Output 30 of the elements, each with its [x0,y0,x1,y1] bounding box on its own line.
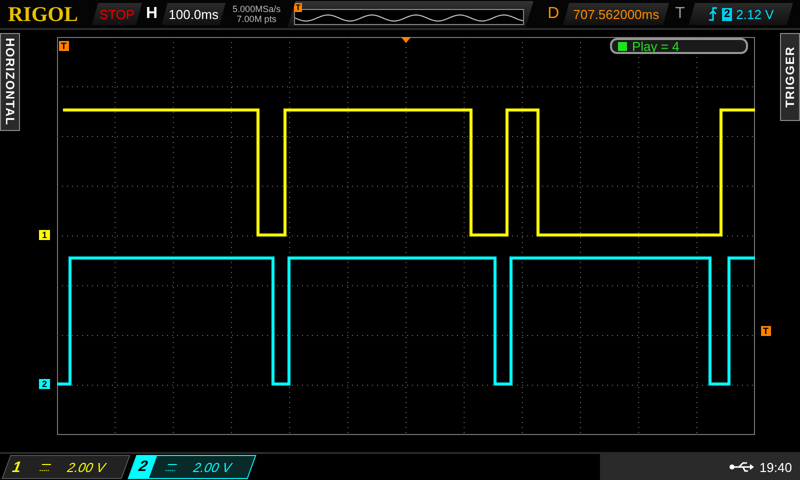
horizontal-label: H [146,5,158,23]
playback-text: Play = 4 [632,38,680,54]
rising-edge-icon [708,7,718,21]
dc-coupling-icon [166,464,178,470]
delay-value[interactable]: 707.562000ms [563,3,670,25]
dc-coupling-icon [40,464,52,470]
trigger-level: 2.12 V [736,6,774,22]
channel-level-marker[interactable]: 2 [39,379,50,389]
side-tab[interactable]: TRIGGER [780,33,800,121]
sample-rate: 5.000MSa/s [232,4,281,14]
trigger-position-marker: T [294,3,302,12]
run-status[interactable]: STOP [92,3,142,25]
channel-level-marker[interactable]: 1 [39,230,50,240]
channel-scale-button[interactable]: 1 2.00 V [2,455,130,479]
trigger-position-icon [401,37,411,43]
delay-label: D [548,5,560,23]
side-tab[interactable]: HORIZONTAL [0,33,20,131]
usb-icon [729,461,756,473]
trigger-label: T [675,5,685,23]
trigger-settings[interactable]: 2 2.12 V [688,3,793,25]
channel-scale-button[interactable]: 2 2.00 V [128,455,256,479]
memory-waveform-icon [294,9,524,25]
clock-time: 19:40 [759,460,792,474]
timebase-value[interactable]: 100.0ms [162,3,226,25]
trigger-position-marker: T [59,41,68,51]
brand-logo: RIGOL [8,2,80,26]
trigger-source: 2 [722,8,732,20]
memory-depth: 7.00M pts [236,14,276,24]
trigger-level-marker[interactable]: T [761,326,770,336]
play-indicator-icon [618,42,627,50]
